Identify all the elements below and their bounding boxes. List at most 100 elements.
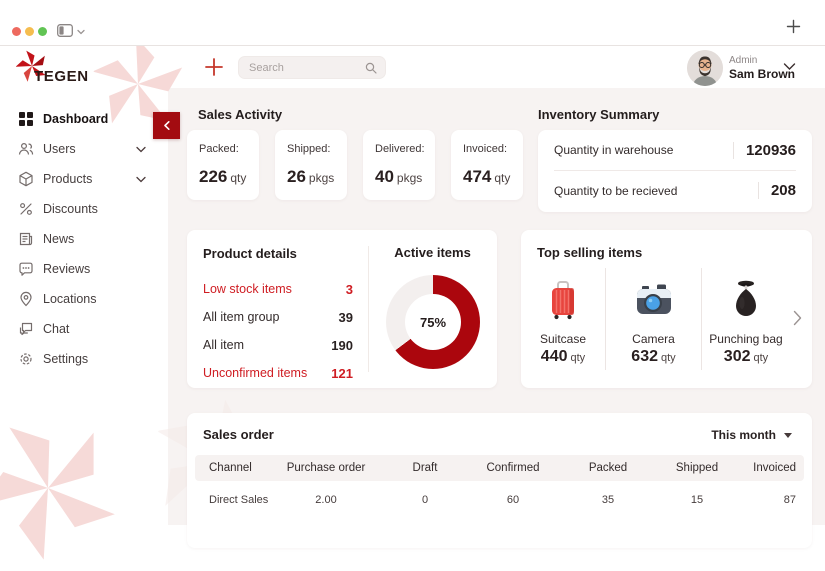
row-label: All item group [203, 310, 280, 324]
top-selling-item: Camera 632 qty [606, 268, 701, 372]
column-header: Channel [209, 462, 252, 474]
metric-unit: qty [230, 171, 247, 185]
sidebar-item-label: News [43, 232, 75, 246]
sidebar-item-reviews[interactable]: Reviews [0, 254, 168, 284]
metric-value: 226 [199, 167, 228, 186]
window-titlebar [0, 0, 825, 46]
user-avatar[interactable] [687, 50, 723, 86]
sidebar-item-users[interactable]: Users [0, 134, 168, 164]
sales-order-card: Sales order This month Channel Purchase … [187, 413, 812, 548]
product-details-title: Product details [203, 246, 297, 261]
sales-activity-card-delivered: Delivered: 40 pkgs [363, 130, 435, 200]
users-icon [18, 142, 34, 155]
table-cell: 60 [506, 494, 520, 506]
metric-label: Delivered: [375, 143, 425, 155]
carousel-next-button[interactable] [787, 306, 807, 330]
sidebar-item-label: Discounts [43, 202, 98, 216]
vertical-divider [368, 246, 369, 372]
item-qty: 440 [540, 348, 568, 365]
user-menu-chevron-icon[interactable] [783, 62, 796, 71]
new-tab-plus-icon[interactable] [786, 19, 801, 34]
sidebar-item-label: Settings [43, 352, 89, 366]
table-cell: Direct Sales [209, 494, 269, 506]
row-label: Low stock items [203, 282, 292, 296]
search-input[interactable] [249, 61, 365, 74]
top-selling-title: Top selling items [537, 245, 643, 260]
product-details-row: Unconfirmed items 121 [203, 359, 353, 387]
table-cell: 0 [421, 494, 429, 506]
sidebar-item-news[interactable]: News [0, 224, 168, 254]
sidebar-nav: Dashboard Users Products Discounts News … [0, 104, 168, 374]
column-header: Confirmed [486, 462, 540, 474]
window-close-button[interactable] [12, 27, 21, 36]
table-cell: 2.00 [315, 494, 337, 506]
metric-value: 26 [287, 167, 306, 186]
titlebar-chevron-down-icon[interactable] [77, 29, 85, 35]
settings-icon [20, 353, 32, 365]
active-items-donut-chart: 75% [386, 275, 480, 369]
period-label: This month [711, 428, 776, 442]
sidebar-item-label: Dashboard [43, 112, 109, 126]
avatar-image [687, 50, 723, 86]
sidebar-toggle-icon[interactable] [57, 24, 73, 37]
item-name: Suitcase [539, 332, 587, 346]
product-details-card: Product details Low stock items 3 All it… [187, 230, 497, 388]
inventory-row-value: 120936 [732, 141, 796, 159]
sidebar-item-locations[interactable]: Locations [0, 284, 168, 314]
chevron-down-icon [136, 176, 146, 182]
sidebar-item-label: Reviews [43, 262, 91, 276]
chevron-left-icon [163, 120, 170, 130]
sidebar: TEGEN Dashboard Users Products Discounts… [0, 46, 168, 525]
add-new-button[interactable] [204, 57, 224, 77]
locations-icon [20, 291, 32, 307]
table-cell: 15 [690, 494, 704, 506]
row-value: 3 [345, 281, 353, 297]
sales-order-title: Sales order [203, 427, 274, 442]
sidebar-collapse-button[interactable] [153, 112, 180, 139]
row-value: 121 [331, 365, 353, 381]
top-selling-item: Suitcase 440 qty [521, 268, 605, 372]
sidebar-item-dashboard[interactable]: Dashboard [0, 104, 168, 134]
sidebar-item-products[interactable]: Products [0, 164, 168, 194]
sidebar-item-chat[interactable]: Chat [0, 314, 168, 344]
chevron-right-icon [793, 310, 801, 326]
item-name: Punching bag [709, 332, 783, 346]
inventory-summary-title: Inventory Summary [538, 107, 660, 122]
discounts-icon [20, 203, 32, 215]
inventory-row: Quantity to be recieved 208 [554, 170, 796, 210]
item-qty: 632 [631, 348, 658, 365]
inventory-summary-card: Quantity in warehouse 120936 Quantity to… [538, 130, 812, 212]
item-unit: qty [753, 352, 769, 364]
product-details-row: All item 190 [203, 331, 353, 359]
column-header: Draft [412, 462, 438, 474]
sidebar-item-discounts[interactable]: Discounts [0, 194, 168, 224]
item-qty: 302 [723, 348, 751, 365]
sidebar-item-label: Products [43, 172, 93, 186]
column-header: Invoiced [753, 462, 796, 474]
camera-icon [636, 284, 671, 314]
inventory-row-label: Quantity to be recieved [554, 183, 678, 198]
window-zoom-button[interactable] [38, 27, 47, 36]
dropdown-caret-icon [784, 432, 792, 438]
sidebar-item-settings[interactable]: Settings [0, 344, 168, 374]
column-header: Packed [588, 462, 628, 474]
sidebar-item-label: Users [43, 142, 76, 156]
top-selling-items-card: Top selling items Suitcase 440 qty Camer… [521, 230, 812, 388]
active-items-title: Active items [394, 245, 471, 260]
suitcase-icon [552, 281, 574, 320]
row-label: Unconfirmed items [203, 366, 308, 380]
metric-label: Shipped: [287, 143, 331, 155]
product-details-row: All item group 39 [203, 303, 353, 331]
window-minimize-button[interactable] [25, 27, 34, 36]
top-selling-item: Punching bag 302 qty [702, 268, 790, 372]
sidebar-item-label: Locations [43, 292, 97, 306]
sales-activity-card-packed: Packed: 226 qty [187, 130, 259, 200]
period-dropdown[interactable]: This month [711, 428, 792, 442]
metric-unit: pkgs [396, 171, 423, 185]
item-unit: qty [661, 352, 676, 364]
punching-bag-icon [736, 280, 756, 316]
sales-activity-card-shipped: Shipped: 26 pkgs [275, 130, 347, 200]
column-header: Shipped [675, 462, 719, 474]
metric-unit: pkgs [308, 171, 335, 185]
row-value: 190 [331, 337, 353, 353]
